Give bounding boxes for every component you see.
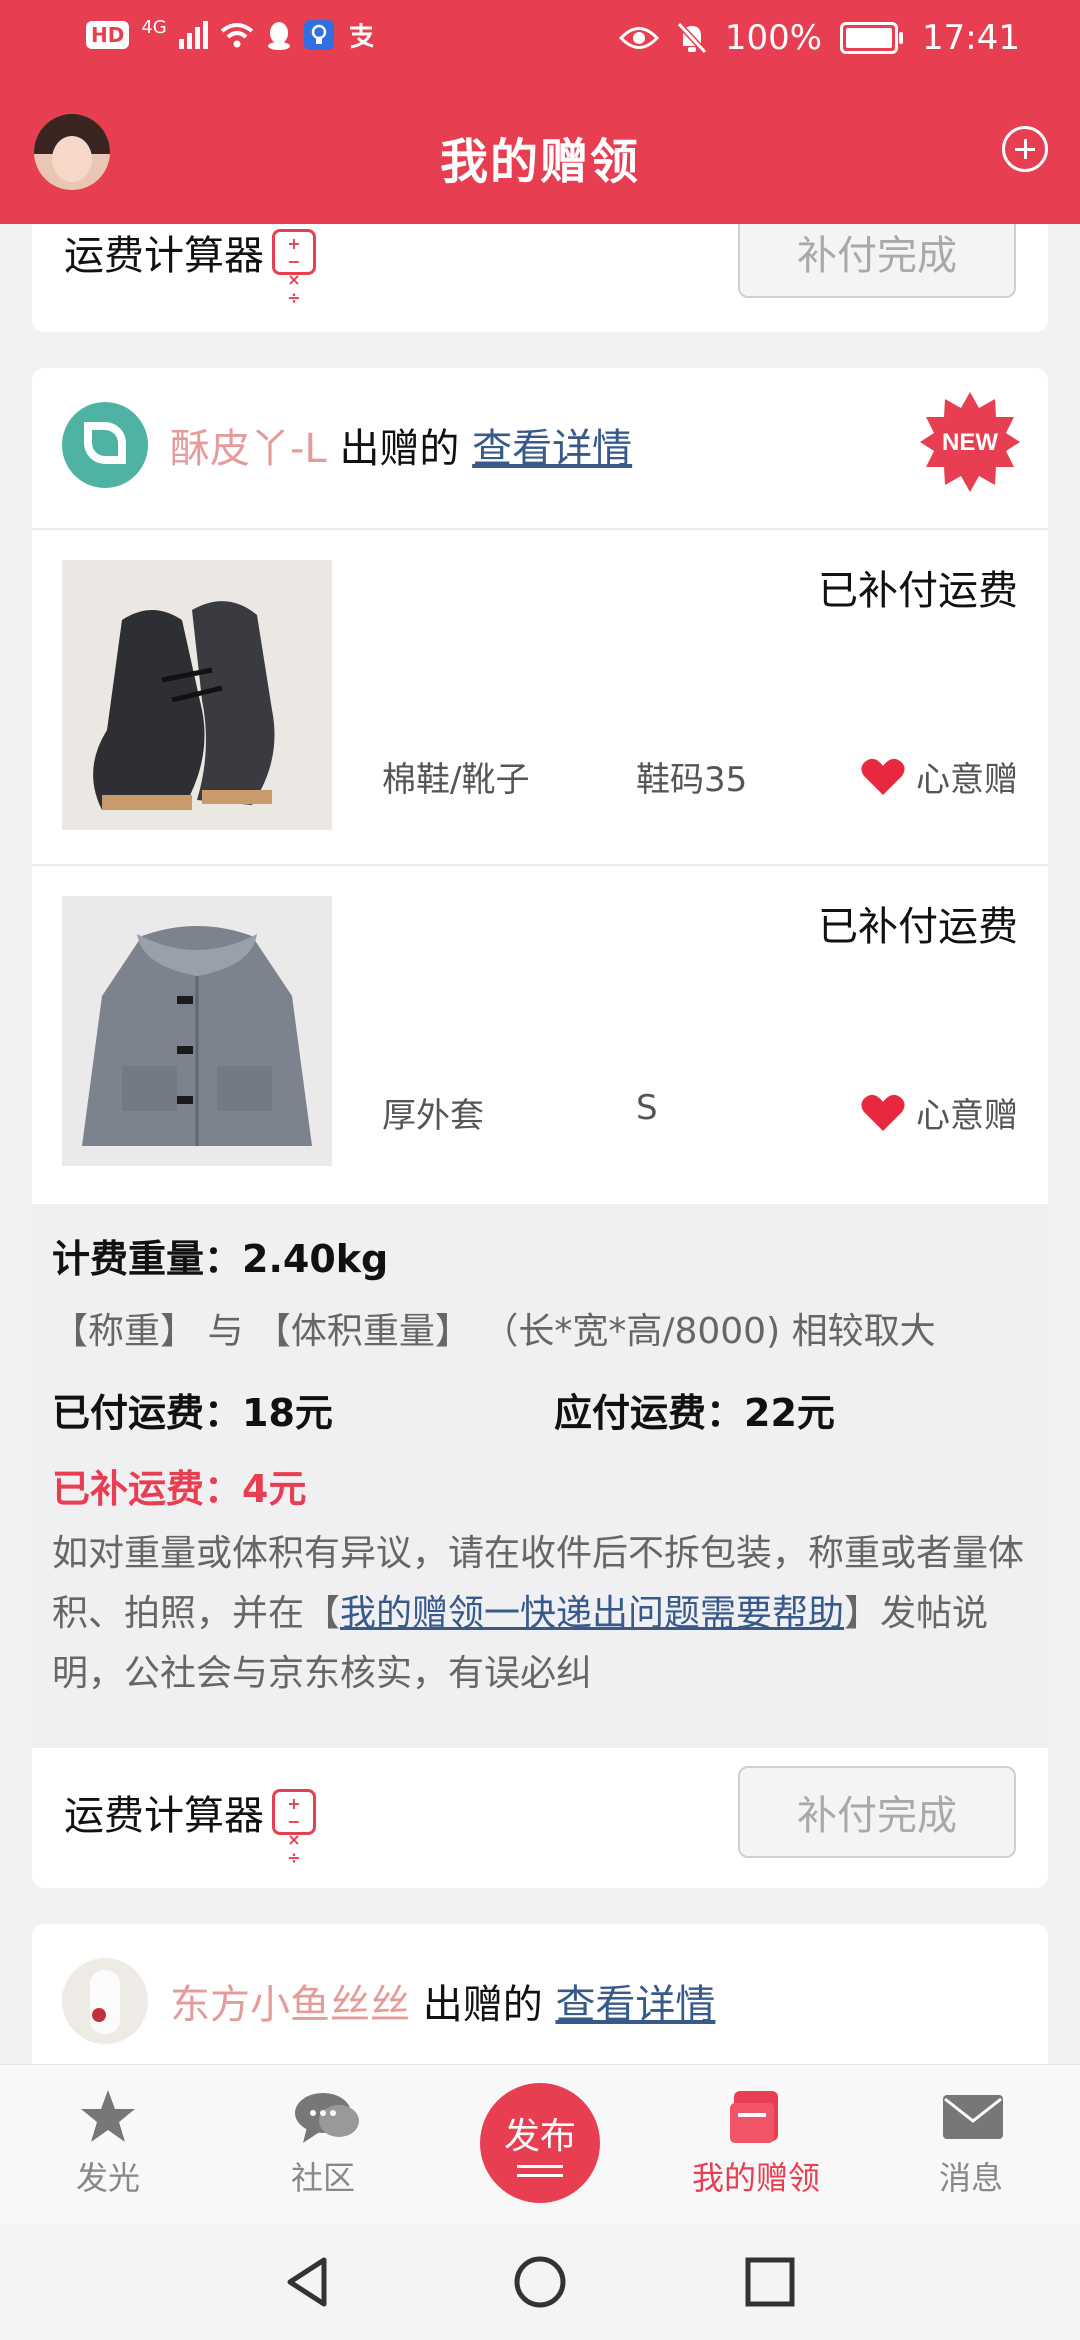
battery-icon — [840, 22, 904, 54]
top-bar: HD 4G 100% 17:41 我的赠领 — [0, 0, 1080, 224]
alipay-icon — [349, 23, 374, 49]
giver-avatar[interactable] — [62, 1958, 148, 2044]
page-title: 我的赠领 — [439, 134, 640, 190]
payment-done-button[interactable]: 补付完成 — [738, 224, 1016, 298]
due-fee: 应付运费：22元 — [554, 1391, 835, 1435]
item-status: 已补付运费 — [818, 904, 1018, 950]
shipping-fee-panel: 计费重量：2.40kg 【称重】 与 【体积重量】 （长*宽*高/8000) 相… — [32, 1204, 1048, 1748]
publish-icon — [517, 2165, 563, 2177]
tab-glow[interactable]: 发光 — [33, 2087, 183, 2199]
tab-label: 我的赠领 — [691, 2159, 820, 2197]
recents-icon[interactable] — [742, 2254, 798, 2310]
publish-button[interactable]: 发布 — [480, 2083, 600, 2203]
weight-rule: 【称重】 与 【体积重量】 （长*宽*高/8000) 相较取大 — [52, 1311, 936, 1352]
new-badge: NEW — [920, 392, 1020, 492]
tab-label: 消息 — [938, 2159, 1003, 2197]
gift-card: 酥皮丫-L 出赠的 查看详情 NEW 已补付运费 棉鞋/靴子 鞋码35 心意赠 … — [32, 368, 1048, 1888]
lightbulb-icon — [303, 20, 334, 50]
next-gift-card: 东方小鱼丝丝 出赠的 查看详情 — [32, 1924, 1048, 2084]
gift-item[interactable]: 已补付运费 厚外套 S 心意赠 — [32, 864, 1048, 1202]
calculator-label: 运费计算器 — [64, 1793, 264, 1839]
paid-fee: 已付运费：18元 — [52, 1391, 333, 1435]
publish-label: 发布 — [503, 2116, 576, 2157]
billing-weight: 计费重量：2.40kg — [52, 1237, 389, 1281]
dispute-note: 如对重量或体积有异议，请在收件后不拆包装，称重或者量体积、拍照，并在【我的赠领一… — [52, 1524, 1028, 1704]
hd-badge: HD — [86, 21, 130, 49]
giver-suffix: 出赠的 — [422, 1982, 543, 2028]
chat-icon — [293, 2087, 359, 2147]
tab-label: 社区 — [290, 2159, 355, 2197]
home-icon[interactable] — [512, 2254, 568, 2310]
clock: 17:41 — [922, 18, 1020, 58]
shipping-calculator[interactable]: 运费计算器 + − × ÷ — [64, 224, 316, 307]
battery-percent: 100% — [724, 18, 823, 58]
gift-type: 心意赠 — [916, 760, 1018, 800]
giver-name[interactable]: 东方小鱼丝丝 — [170, 1982, 410, 2028]
bottom-tab-bar: 发光 社区 发布 我的赠领 消息 — [0, 2064, 1080, 2225]
new-badge-text: NEW — [942, 429, 998, 456]
network-type: 4G — [141, 16, 167, 38]
payment-done-button[interactable]: 补付完成 — [738, 1766, 1016, 1858]
app-header: 我的赠领 — [0, 80, 1080, 224]
system-nav-bar — [0, 2224, 1080, 2340]
view-details-link[interactable]: 查看详情 — [555, 1982, 715, 2028]
heart-icon — [861, 758, 905, 795]
tab-messages[interactable]: 消息 — [896, 2087, 1046, 2199]
prev-gift-card: 运费计算器 + − × ÷ 补付完成 — [32, 224, 1048, 332]
item-category: 棉鞋/靴子 — [382, 760, 530, 800]
gift-box-icon — [726, 2087, 786, 2147]
qq-icon — [267, 22, 290, 50]
add-icon[interactable] — [1002, 126, 1048, 172]
tab-label: 发光 — [75, 2159, 140, 2197]
back-icon[interactable] — [280, 2254, 336, 2310]
wifi-icon — [220, 23, 253, 48]
item-size: S — [636, 1088, 658, 1128]
calculator-label: 运费计算器 — [64, 233, 264, 279]
help-link[interactable]: 我的赠领一快递出问题需要帮助 — [340, 1593, 844, 1634]
giver-row: 东方小鱼丝丝 出赠的 查看详情 — [62, 1956, 715, 2046]
status-bar: HD 4G 100% 17:41 — [0, 0, 1080, 80]
item-category: 厚外套 — [382, 1096, 484, 1136]
giver-suffix: 出赠的 — [339, 426, 460, 472]
signal-icon — [178, 21, 208, 49]
giver-avatar[interactable] — [62, 402, 148, 488]
gift-item[interactable]: 已补付运费 棉鞋/靴子 鞋码35 心意赠 — [32, 528, 1048, 866]
tab-community[interactable]: 社区 — [248, 2087, 398, 2199]
calculator-icon: + − × ÷ — [272, 1789, 316, 1867]
star-icon — [78, 2087, 138, 2147]
calculator-icon: + − × ÷ — [272, 229, 316, 307]
eye-icon — [618, 27, 659, 49]
supplement-fee: 已补运费：4元 — [52, 1467, 307, 1511]
item-photo-boots[interactable] — [62, 560, 332, 830]
shipping-calculator[interactable]: 运费计算器 + − × ÷ — [64, 1783, 316, 1867]
heart-icon — [861, 1094, 905, 1131]
item-size: 鞋码35 — [636, 760, 748, 800]
item-status: 已补付运费 — [818, 568, 1018, 614]
mail-icon — [941, 2087, 1003, 2147]
gift-type: 心意赠 — [916, 1096, 1018, 1136]
giver-name[interactable]: 酥皮丫-L — [170, 426, 327, 472]
mute-bell-icon — [676, 22, 707, 54]
tab-my-gifts[interactable]: 我的赠领 — [681, 2087, 831, 2199]
view-details-link[interactable]: 查看详情 — [472, 426, 632, 472]
giver-row: 酥皮丫-L 出赠的 查看详情 — [62, 400, 632, 490]
item-photo-coat[interactable] — [62, 896, 332, 1166]
